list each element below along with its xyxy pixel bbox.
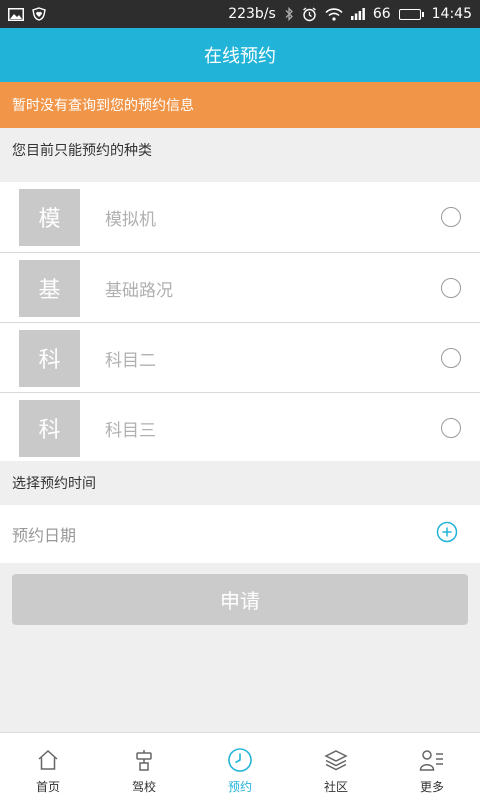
shield-heart-icon	[32, 7, 46, 21]
bluetooth-icon	[284, 7, 294, 21]
radio-button[interactable]	[441, 418, 461, 438]
radio-button[interactable]	[441, 278, 461, 298]
divider	[0, 322, 480, 323]
date-placeholder: 预约日期	[12, 526, 77, 545]
types-section-title: 您目前只能预约的种类	[12, 143, 152, 159]
page-title: 在线预约	[204, 46, 276, 67]
app-header: 在线预约	[0, 28, 480, 82]
time-section-label: 选择预约时间	[0, 461, 480, 505]
tab-community[interactable]: 社区	[288, 733, 384, 800]
tab-school[interactable]: 驾校	[96, 733, 192, 800]
layers-icon	[323, 747, 349, 773]
notice-text: 暂时没有查询到您的预约信息	[12, 98, 194, 114]
type-option-simulator[interactable]: 模 模拟机	[0, 182, 480, 252]
type-option-subject-two[interactable]: 科 科目二	[0, 323, 480, 393]
clock-icon	[227, 747, 253, 773]
school-icon	[131, 747, 157, 773]
tab-home[interactable]: 首页	[0, 733, 96, 800]
wifi-icon	[325, 7, 343, 21]
divider	[0, 252, 480, 253]
type-badge: 科	[19, 399, 80, 457]
battery-icon	[398, 8, 424, 20]
type-option-basic-road[interactable]: 基 基础路况	[0, 253, 480, 323]
tab-label: 首页	[35, 780, 60, 794]
tab-label: 预约	[227, 780, 252, 794]
add-circle-icon[interactable]	[436, 521, 458, 547]
tab-label: 驾校	[131, 780, 156, 794]
types-section-label: 您目前只能预约的种类	[0, 128, 480, 172]
tab-booking[interactable]: 预约	[192, 733, 288, 800]
type-badge: 基	[19, 259, 80, 317]
radio-button[interactable]	[441, 348, 461, 368]
type-badge: 科	[19, 329, 80, 387]
tab-label: 社区	[323, 780, 348, 794]
type-badge: 模	[19, 188, 80, 246]
apply-button[interactable]: 申请	[12, 574, 468, 625]
type-label: 科目二	[105, 350, 156, 371]
tab-bar: 首页 驾校 预约 社区 更多	[0, 732, 480, 800]
type-label: 基础路况	[105, 280, 173, 301]
image-icon	[8, 7, 24, 21]
status-bar: 223b/s 66 14:45	[0, 0, 480, 28]
type-label: 模拟机	[105, 209, 156, 230]
tab-label: 更多	[419, 780, 444, 794]
home-icon	[35, 747, 61, 773]
status-time: 14:45	[431, 6, 472, 22]
battery-level: 66	[372, 6, 391, 22]
profile-list-icon	[419, 747, 445, 773]
type-label: 科目三	[105, 420, 156, 441]
notice-banner: 暂时没有查询到您的预约信息	[0, 82, 480, 128]
date-picker-row[interactable]: 预约日期	[0, 505, 480, 563]
alarm-icon	[302, 6, 317, 22]
signal-icon	[350, 8, 365, 20]
network-speed: 223b/s	[228, 6, 276, 22]
tab-more[interactable]: 更多	[384, 733, 480, 800]
type-option-subject-three[interactable]: 科 科目三	[0, 393, 480, 463]
divider	[0, 392, 480, 393]
types-list: 模 模拟机 基 基础路况 科 科目二 科 科目三	[0, 182, 480, 461]
time-section-title: 选择预约时间	[12, 476, 96, 492]
radio-button[interactable]	[441, 207, 461, 227]
